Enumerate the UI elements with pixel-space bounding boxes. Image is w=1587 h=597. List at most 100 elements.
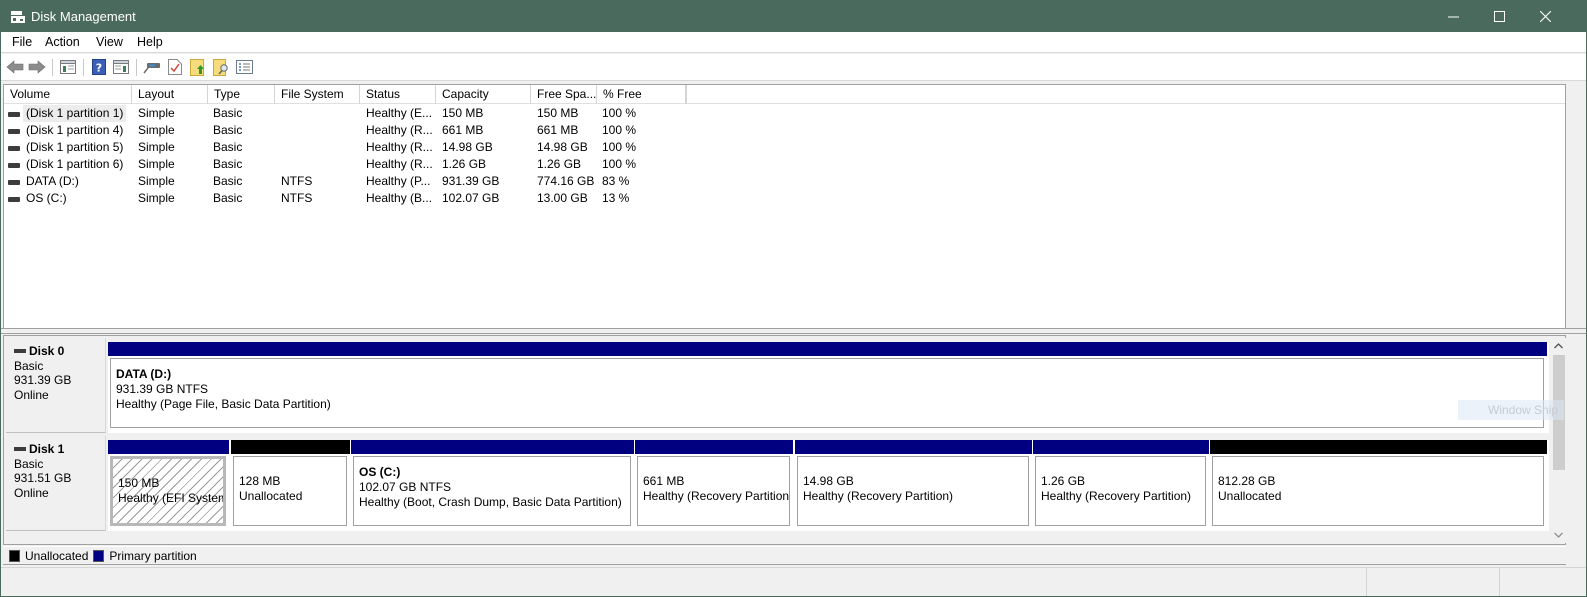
window-title: Disk Management: [31, 9, 136, 24]
volume-list-header: Volume Layout Type File System Status Ca…: [4, 85, 1565, 104]
volume-row[interactable]: (Disk 1 partition 5) Simple Basic Health…: [4, 139, 704, 156]
percent-free-cell: 83 %: [602, 174, 630, 188]
partition-size: 812.28 GB: [1218, 474, 1276, 488]
scroll-down-button[interactable]: [1551, 527, 1566, 543]
column-header-free-space[interactable]: Free Spa...: [531, 85, 597, 104]
capacity-cell: 102.07 GB: [442, 191, 500, 205]
partition-status: Unallocated: [1218, 489, 1282, 503]
partition-data-d[interactable]: DATA (D:) 931.39 GB NTFS Healthy (Page F…: [108, 342, 1547, 432]
type-cell: Basic: [213, 123, 243, 137]
status-cell: Healthy (B...: [366, 191, 433, 205]
column-header-layout[interactable]: Layout: [132, 85, 208, 104]
connect-disk-button[interactable]: [143, 58, 161, 76]
chevron-down-icon: [1554, 532, 1563, 538]
column-header-type[interactable]: Type: [208, 85, 275, 104]
list-view-icon: [235, 60, 253, 74]
volume-row[interactable]: DATA (D:) Simple Basic NTFS Healthy (P..…: [4, 173, 704, 190]
forward-arrow-icon: [28, 60, 46, 74]
menu-help[interactable]: Help: [137, 35, 163, 49]
minimize-button[interactable]: [1430, 1, 1476, 32]
list-view-button[interactable]: [235, 58, 253, 76]
volume-cell: (Disk 1 partition 5): [8, 139, 123, 156]
menu-action[interactable]: Action: [45, 35, 80, 49]
console-tree-icon: [60, 60, 76, 74]
close-button[interactable]: [1522, 1, 1568, 32]
back-button[interactable]: [6, 58, 24, 76]
status-cell: Healthy (R...: [366, 157, 433, 171]
partition-unallocated-128mb[interactable]: 128 MB Unallocated: [231, 440, 350, 530]
partition-size: 150 MB: [118, 476, 160, 490]
volume-row[interactable]: OS (C:) Simple Basic NTFS Healthy (B... …: [4, 190, 704, 207]
column-header-file-system[interactable]: File System: [275, 85, 360, 104]
disk-1-partitions: 150 MB Healthy (EFI System I 128 MB Unal…: [108, 440, 1549, 531]
free-space-cell: 14.98 GB: [537, 140, 588, 154]
partition-size: 931.39 GB NTFS: [116, 382, 209, 396]
column-header-percent-free[interactable]: % Free: [597, 85, 686, 104]
show-hide-action-pane-button[interactable]: [112, 58, 130, 76]
primary-partition-bar: [1033, 440, 1209, 454]
disk-row-disk-1: Disk 1 Basic 931.51 GB Online 150 MB Hea…: [4, 436, 1549, 532]
partition-efi-system[interactable]: 150 MB Healthy (EFI System I: [108, 440, 229, 530]
primary-partition-bar: [108, 342, 1547, 356]
partition-status: Healthy (Recovery Partition): [643, 489, 790, 503]
disk-management-window: Disk Management File Action View Help ?: [0, 0, 1587, 597]
legend-unallocated-label: Unallocated: [25, 548, 89, 563]
disk-1-type: Basic: [14, 456, 44, 471]
partition-status: Healthy (Page File, Basic Data Partition…: [116, 397, 331, 411]
menu-view[interactable]: View: [96, 35, 123, 49]
disk-0-info[interactable]: Disk 0 Basic 931.39 GB Online: [6, 338, 106, 433]
free-space-cell: 13.00 GB: [537, 191, 588, 205]
action-pane-icon: [113, 60, 129, 74]
checklist-document-icon: [168, 59, 182, 75]
disk-row-disk-0: Disk 0 Basic 931.39 GB Online DATA (D:) …: [4, 338, 1549, 434]
file-system-cell: NTFS: [281, 174, 313, 188]
drive-icon: [8, 145, 20, 151]
chevron-up-icon: [1554, 343, 1563, 349]
disk-0-name: Disk 0: [29, 344, 65, 358]
disk-management-app-icon: [10, 10, 26, 24]
pane-splitter[interactable]: [1, 328, 1586, 334]
help-icon: ?: [92, 59, 106, 75]
volume-row[interactable]: (Disk 1 partition 4) Simple Basic Health…: [4, 122, 704, 139]
file-system-cell: NTFS: [281, 191, 313, 205]
scroll-up-button[interactable]: [1551, 338, 1566, 354]
help-button[interactable]: ?: [90, 58, 108, 76]
unallocated-swatch: [9, 549, 20, 562]
type-cell: Basic: [213, 157, 243, 171]
status-cell: Healthy (R...: [366, 123, 433, 137]
svg-text:?: ?: [96, 62, 102, 75]
percent-free-cell: 100 %: [602, 106, 637, 120]
partition-size: 14.98 GB: [803, 474, 854, 488]
partition-recovery-1gb[interactable]: 1.26 GB Healthy (Recovery Partition): [1033, 440, 1209, 530]
legend-primary-partition-label: Primary partition: [109, 548, 197, 563]
disk-pane-scrollbar[interactable]: [1551, 338, 1566, 543]
partition-size: 102.07 GB NTFS: [359, 480, 452, 494]
export-list-button[interactable]: [189, 58, 207, 76]
title-bar: Disk Management: [1, 1, 1586, 32]
drive-icon: [8, 111, 20, 117]
column-header-volume[interactable]: Volume: [4, 85, 132, 104]
disk-0-type: Basic: [14, 358, 44, 373]
partition-recovery-661mb[interactable]: 661 MB Healthy (Recovery Partition): [635, 440, 793, 530]
menu-file[interactable]: File: [12, 35, 32, 49]
back-arrow-icon: [6, 60, 24, 74]
partition-recovery-14gb[interactable]: 14.98 GB Healthy (Recovery Partition): [795, 440, 1032, 530]
drive-icon: [8, 179, 20, 185]
volume-row[interactable]: (Disk 1 partition 1) Simple Basic Health…: [4, 105, 704, 122]
properties-button[interactable]: [166, 58, 184, 76]
show-hide-console-tree-button[interactable]: [59, 58, 77, 76]
column-header-capacity[interactable]: Capacity: [436, 85, 531, 104]
volume-row[interactable]: (Disk 1 partition 6) Simple Basic Health…: [4, 156, 704, 173]
column-header-status[interactable]: Status: [360, 85, 436, 104]
partition-unallocated-812gb[interactable]: 812.28 GB Unallocated: [1210, 440, 1547, 530]
status-cell: Healthy (E...: [366, 106, 433, 120]
forward-button[interactable]: [28, 58, 46, 76]
capacity-cell: 150 MB: [442, 106, 484, 120]
partition-os-c[interactable]: OS (C:) 102.07 GB NTFS Healthy (Boot, Cr…: [351, 440, 634, 530]
unallocated-bar: [231, 440, 350, 454]
disk-1-info[interactable]: Disk 1 Basic 931.51 GB Online: [6, 436, 106, 531]
primary-partition-bar: [351, 440, 634, 454]
maximize-button[interactable]: [1476, 1, 1522, 32]
search-button[interactable]: [212, 58, 230, 76]
primary-partition-swatch: [93, 549, 105, 562]
